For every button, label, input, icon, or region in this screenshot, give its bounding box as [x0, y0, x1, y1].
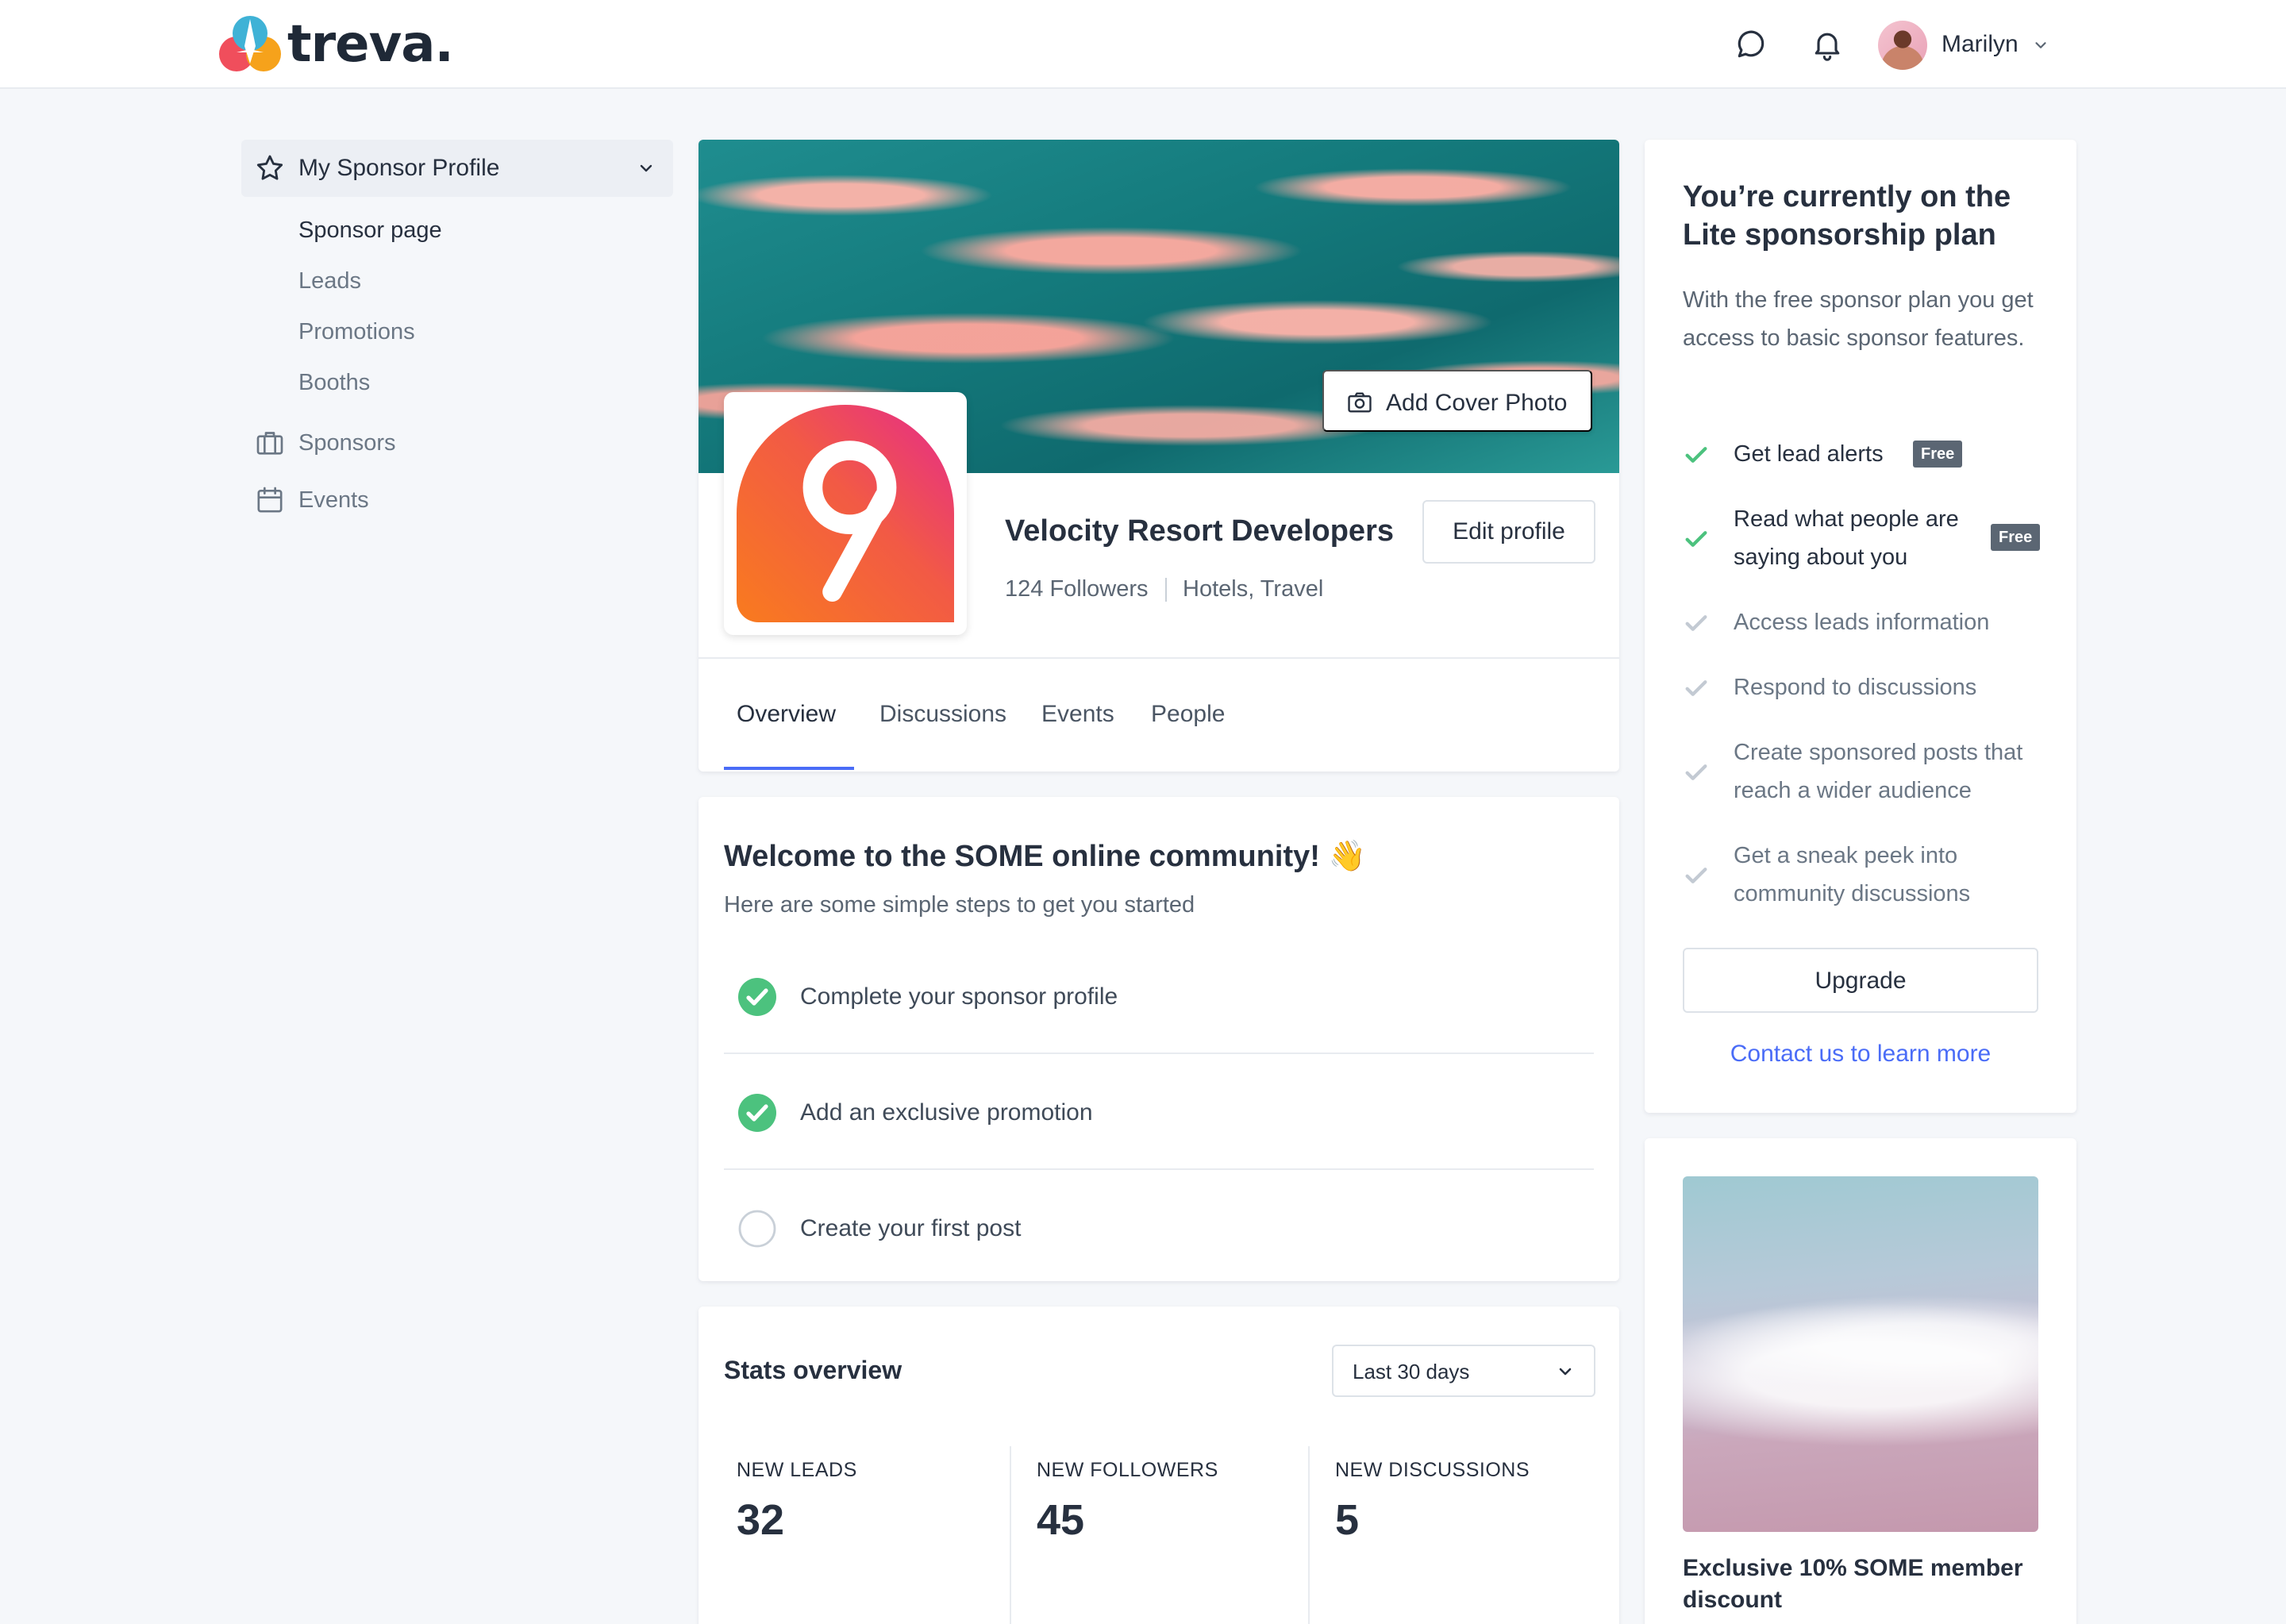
- sidebar-item-booths[interactable]: Booths: [298, 368, 370, 397]
- sidebar-item-sponsor-page[interactable]: Sponsor page: [298, 216, 442, 244]
- check-circle-icon: [738, 1094, 776, 1132]
- user-name[interactable]: Marilyn: [1942, 30, 2019, 59]
- stat-label: NEW FOLLOWERS: [1037, 1459, 1218, 1481]
- edit-profile-button[interactable]: Edit profile: [1422, 500, 1595, 564]
- plan-feature-label: Access leads information: [1734, 610, 1990, 635]
- tab-events[interactable]: Events: [1041, 700, 1114, 729]
- plan-feature: Respond to discussions: [1683, 668, 2056, 706]
- welcome-title: Welcome to the SOME online community! 👋: [724, 840, 1366, 873]
- plan-feature: Get a sneak peek into community discussi…: [1683, 837, 2056, 913]
- stat-new-leads: NEW LEADS 32: [698, 1446, 997, 1624]
- tab-people[interactable]: People: [1151, 700, 1225, 729]
- stats-card: Stats overview Last 30 days NEW LEADS 32…: [698, 1307, 1619, 1624]
- calendar-icon: [257, 487, 283, 513]
- step-label: Create your first post: [800, 1215, 1022, 1241]
- plan-card: You’re currently on the Lite sponsorship…: [1645, 140, 2076, 1113]
- plan-title: You’re currently on the Lite sponsorship…: [1683, 180, 2011, 252]
- logo-mark-icon: [219, 16, 281, 71]
- treva-logo[interactable]: treva.: [217, 11, 454, 78]
- stat-value: 45: [1037, 1496, 1085, 1544]
- briefcase-icon: [256, 432, 283, 455]
- stat-label: NEW DISCUSSIONS: [1335, 1459, 1530, 1481]
- welcome-subtitle: Here are some simple steps to get you st…: [724, 892, 1195, 918]
- promo-image[interactable]: [1683, 1176, 2038, 1532]
- tab-overview[interactable]: Overview: [737, 700, 836, 729]
- check-icon: [1685, 868, 1707, 883]
- plan-feature: Create sponsored posts that reach a wide…: [1683, 733, 2056, 810]
- check-circle-icon: [738, 978, 776, 1016]
- plan-feature-label: Respond to discussions: [1734, 675, 1977, 700]
- logo-text: treva.: [287, 15, 454, 74]
- onboarding-step[interactable]: Complete your sponsor profile: [724, 938, 1594, 1054]
- tab-discussions[interactable]: Discussions: [879, 700, 1006, 729]
- check-icon: [1685, 615, 1707, 631]
- meta-divider: [1165, 578, 1167, 602]
- profile-card: Add Cover Photo Velocity Resort Develope…: [698, 140, 1619, 772]
- star-icon: [256, 155, 283, 180]
- chevron-down-icon[interactable]: [2032, 37, 2049, 54]
- camera-icon: [1348, 392, 1372, 413]
- sidebar-section-label: My Sponsor Profile: [298, 155, 500, 181]
- company-name: Velocity Resort Developers: [1005, 514, 1394, 548]
- sidebar-item-label: Events: [298, 487, 369, 513]
- sidebar-section-my-sponsor-profile[interactable]: My Sponsor Profile: [241, 140, 673, 197]
- stats-title: Stats overview: [724, 1356, 902, 1384]
- welcome-card: Welcome to the SOME online community! 👋 …: [698, 797, 1619, 1281]
- plan-feature: Read what people are saying about you Fr…: [1683, 500, 2056, 576]
- onboarding-step[interactable]: Create your first post: [724, 1170, 1594, 1286]
- chevron-down-icon: [640, 164, 652, 172]
- plan-feature-label: Read what people are saying about you: [1734, 506, 1959, 570]
- active-tab-indicator: [724, 767, 854, 770]
- plan-feature-label: Create sponsored posts that reach a wide…: [1734, 740, 2023, 803]
- contact-us-link[interactable]: Contact us to learn more: [1683, 1040, 2038, 1068]
- stat-new-followers: NEW FOLLOWERS 45: [1010, 1446, 1308, 1624]
- check-icon: [1685, 447, 1707, 463]
- check-icon: [1685, 764, 1707, 780]
- promo-card[interactable]: Exclusive 10% SOME member discount: [1645, 1138, 2076, 1624]
- edit-profile-label: Edit profile: [1453, 518, 1565, 545]
- upgrade-button[interactable]: Upgrade: [1683, 948, 2038, 1013]
- sidebar-item-promotions[interactable]: Promotions: [298, 317, 415, 346]
- chat-icon[interactable]: [1734, 27, 1768, 62]
- date-range-select[interactable]: Last 30 days: [1332, 1345, 1595, 1397]
- stat-new-discussions: NEW DISCUSSIONS 5: [1308, 1446, 1607, 1624]
- date-range-value: Last 30 days: [1353, 1360, 1470, 1383]
- sidebar-item-label: Sponsors: [298, 430, 396, 456]
- plan-feature: Get lead alerts Free: [1683, 435, 2056, 473]
- sidebar-item-leads[interactable]: Leads: [298, 267, 361, 295]
- plan-feature-label: Get a sneak peek into community discussi…: [1734, 843, 1971, 906]
- stat-value: 32: [737, 1496, 785, 1544]
- plan-feature-label: Get lead alerts: [1734, 441, 1884, 467]
- onboarding-step[interactable]: Add an exclusive promotion: [724, 1054, 1594, 1170]
- add-cover-photo-label: Add Cover Photo: [1386, 390, 1568, 416]
- add-cover-photo-button[interactable]: Add Cover Photo: [1322, 370, 1592, 432]
- empty-circle-icon: [738, 1210, 776, 1248]
- tabs-divider: [698, 657, 1619, 659]
- plan-feature: Access leads information: [1683, 603, 2056, 641]
- avatar[interactable]: [1878, 21, 1927, 70]
- plan-description: With the free sponsor plan you get acces…: [1683, 287, 2034, 351]
- free-badge: Free: [1913, 441, 1963, 468]
- stat-value: 5: [1335, 1496, 1360, 1544]
- check-icon: [1685, 531, 1707, 547]
- step-label: Complete your sponsor profile: [800, 983, 1118, 1010]
- bell-icon[interactable]: [1810, 27, 1845, 62]
- followers-count[interactable]: 124 Followers: [1005, 575, 1149, 603]
- company-logo[interactable]: [724, 392, 967, 635]
- top-bar: treva. Marilyn: [0, 0, 2286, 89]
- sidebar-item-events[interactable]: Events: [254, 483, 369, 518]
- free-badge: Free: [1991, 524, 2041, 551]
- promo-title[interactable]: Exclusive 10% SOME member discount: [1683, 1553, 2048, 1616]
- check-icon: [1685, 680, 1707, 696]
- company-logo-icon: [737, 405, 954, 622]
- company-categories: Hotels, Travel: [1183, 576, 1324, 602]
- step-label: Add an exclusive promotion: [800, 1099, 1093, 1126]
- upgrade-label: Upgrade: [1815, 968, 1907, 994]
- stat-label: NEW LEADS: [737, 1459, 857, 1481]
- sidebar-item-sponsors[interactable]: Sponsors: [254, 425, 396, 460]
- chevron-down-icon: [1559, 1368, 1572, 1376]
